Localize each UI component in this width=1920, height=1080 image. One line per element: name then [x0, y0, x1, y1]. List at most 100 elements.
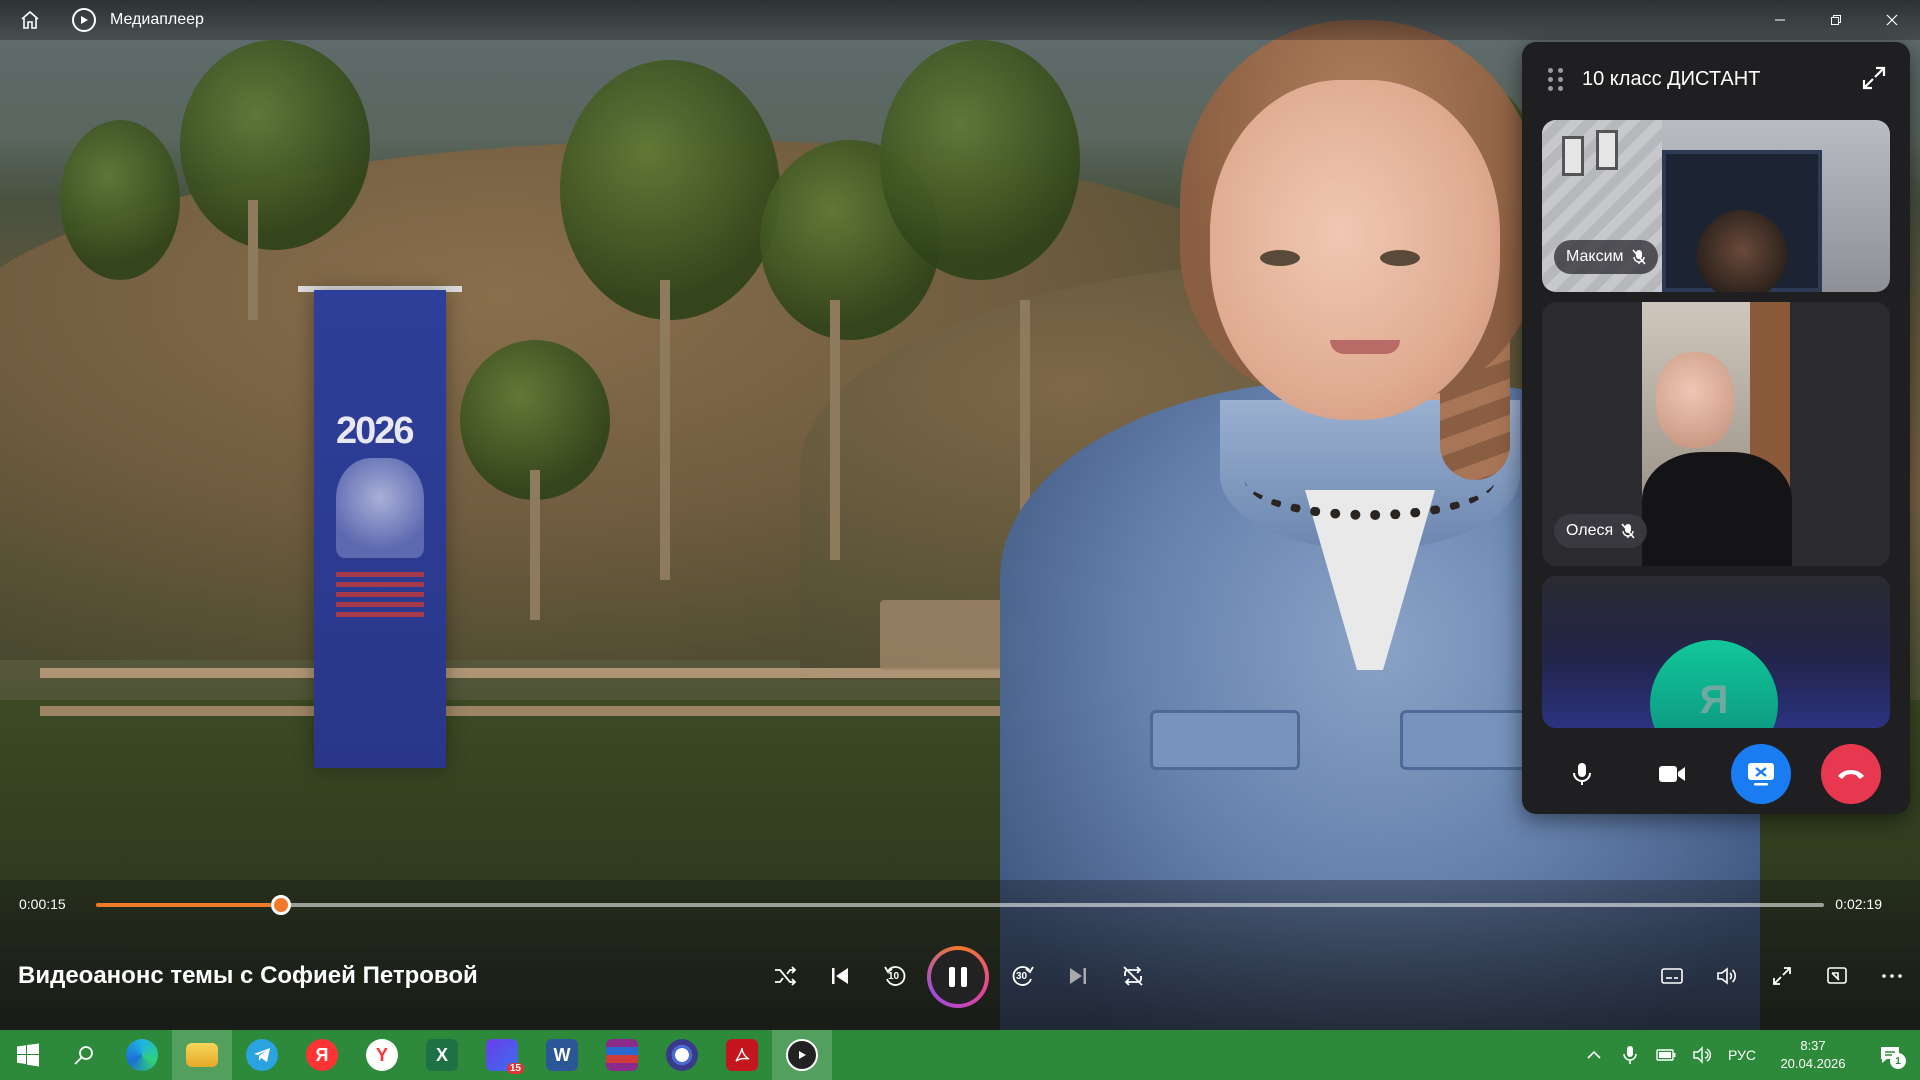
taskbar-app-explorer[interactable]	[172, 1030, 232, 1080]
media-player-window: 2026 Медиаплеер 10 класс ДИСТАНТ Максим …	[0, 0, 1920, 1080]
chrome-like-icon	[666, 1039, 698, 1071]
participant-name-chip: Максим	[1554, 240, 1658, 274]
participant-video-frame	[1562, 136, 1584, 176]
home-icon	[21, 10, 39, 29]
taskbar-app-yandex[interactable]: Я	[292, 1030, 352, 1080]
participant-name-chip: Олеся	[1554, 514, 1648, 548]
presenter-face	[1210, 80, 1500, 420]
video-tree-trunk	[660, 280, 670, 580]
end-call-button[interactable]	[1821, 744, 1881, 804]
taskbar-app-media-player[interactable]	[772, 1030, 832, 1080]
windows-logo-icon	[17, 1043, 39, 1067]
mic-muted-icon	[1631, 249, 1646, 265]
skip-forward-button[interactable]: 30	[1003, 956, 1043, 996]
time-total: 0:02:19	[1835, 896, 1882, 912]
banner-emblem	[336, 458, 424, 558]
minimize-button[interactable]	[1752, 0, 1808, 40]
taskbar-app-winrar[interactable]	[592, 1030, 652, 1080]
expand-call-button[interactable]	[1860, 64, 1888, 92]
more-icon	[1882, 974, 1902, 978]
yandex-browser-icon: Y	[366, 1039, 398, 1071]
seek-bar[interactable]	[96, 895, 1824, 915]
notifications-button[interactable]: 1	[1870, 1035, 1910, 1075]
microphone-button[interactable]	[1552, 744, 1612, 804]
window-controls	[1752, 0, 1920, 40]
taskbar-app-telegram[interactable]	[232, 1030, 292, 1080]
camera-button[interactable]	[1642, 744, 1702, 804]
play-pause-button[interactable]	[927, 946, 989, 1008]
taskbar-app-browser[interactable]	[652, 1030, 712, 1080]
taskbar-app-yandex-browser[interactable]: Y	[352, 1030, 412, 1080]
media-player-icon	[786, 1039, 818, 1071]
taskbar-app-edge[interactable]	[112, 1030, 172, 1080]
subtitles-icon	[1661, 968, 1683, 984]
hang-up-icon	[1838, 770, 1864, 779]
seek-bar-progress	[96, 903, 281, 907]
edge-icon	[126, 1039, 158, 1071]
video-tree	[560, 60, 780, 320]
participant-video-face	[1656, 352, 1734, 448]
camera-icon	[1659, 766, 1685, 782]
input-language[interactable]: РУС	[1728, 1047, 1756, 1063]
microphone-tray-button[interactable]	[1620, 1045, 1640, 1065]
seek-bar-thumb[interactable]	[270, 895, 291, 915]
self-avatar: Я	[1650, 640, 1778, 728]
restore-button[interactable]	[1808, 0, 1864, 40]
winrar-icon	[606, 1039, 638, 1071]
mini-player-button[interactable]	[1817, 956, 1857, 996]
search-button[interactable]	[56, 1030, 112, 1080]
shuffle-button[interactable]	[765, 956, 805, 996]
video-call-panel: 10 класс ДИСТАНТ Максим Олеся Я	[1522, 42, 1910, 814]
repeat-button[interactable]	[1113, 956, 1153, 996]
close-button[interactable]	[1864, 0, 1920, 40]
app-badge: 15	[506, 1063, 524, 1074]
show-hidden-icons-button[interactable]	[1584, 1045, 1604, 1065]
time-current: 0:00:15	[19, 896, 66, 912]
word-icon: W	[546, 1039, 578, 1071]
expand-icon	[1862, 66, 1886, 90]
pause-icon	[931, 950, 985, 1004]
clock-time: 8:37	[1800, 1038, 1826, 1053]
start-button[interactable]	[0, 1030, 56, 1080]
volume-tray-button[interactable]	[1692, 1045, 1712, 1065]
taskbar-app-calendar[interactable]: 15	[472, 1030, 532, 1080]
volume-button[interactable]	[1707, 956, 1747, 996]
participant-video-frame	[1596, 130, 1618, 170]
fullscreen-icon	[1773, 967, 1791, 985]
clock-date: 20.04.2026	[1780, 1056, 1846, 1071]
banner-text-lines	[336, 572, 424, 622]
mic-muted-icon	[1621, 523, 1635, 539]
next-button[interactable]	[1058, 956, 1098, 996]
participant-name: Олеся	[1566, 522, 1614, 539]
call-header: 10 класс ДИСТАНТ	[1522, 42, 1910, 116]
file-explorer-icon	[186, 1043, 218, 1067]
more-options-button[interactable]	[1872, 956, 1912, 996]
participant-tile[interactable]: Максим	[1542, 120, 1890, 292]
subtitles-button[interactable]	[1652, 956, 1692, 996]
home-button[interactable]	[0, 0, 60, 40]
self-tile[interactable]: Я	[1542, 576, 1890, 728]
title-bar: Медиаплеер	[0, 0, 1920, 40]
taskbar-app-excel[interactable]: X	[412, 1030, 472, 1080]
stop-screen-share-button[interactable]	[1731, 744, 1791, 804]
telegram-icon	[246, 1039, 278, 1071]
skip-back-seconds: 10	[888, 971, 900, 982]
presenter-eye	[1260, 250, 1300, 266]
clock[interactable]: 8:37 20.04.2026	[1772, 1037, 1854, 1073]
drag-handle-icon[interactable]	[1548, 66, 1566, 92]
banner-year: 2026	[336, 410, 415, 452]
excel-icon: X	[426, 1039, 458, 1071]
taskbar-app-acrobat[interactable]	[712, 1030, 772, 1080]
skip-back-button[interactable]: 10	[875, 956, 915, 996]
participant-tile[interactable]: Олеся	[1542, 302, 1890, 566]
close-icon	[1886, 14, 1898, 26]
taskbar-app-word[interactable]: W	[532, 1030, 592, 1080]
battery-button[interactable]	[1656, 1045, 1676, 1065]
call-title: 10 класс ДИСТАНТ	[1582, 67, 1761, 90]
battery-icon	[1656, 1049, 1676, 1061]
skip-forward-seconds: 30	[1016, 971, 1028, 982]
participant-video	[1642, 302, 1792, 566]
participant-video-body	[1642, 452, 1792, 566]
fullscreen-button[interactable]	[1762, 956, 1802, 996]
previous-button[interactable]	[820, 956, 860, 996]
